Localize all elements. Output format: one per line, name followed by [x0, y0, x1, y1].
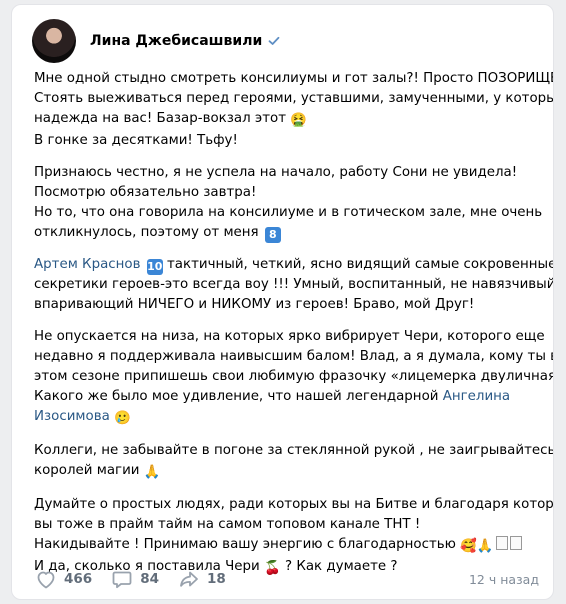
text-line: Не опускается на низа, на которых ярко в… — [34, 329, 545, 344]
text-line: Коллеги, не забывайте в погоне за стекля… — [34, 443, 554, 458]
text-line: Думайте о простых людях, ради которых вы… — [34, 497, 554, 512]
mention-link[interactable]: Изосимова — [34, 409, 110, 424]
pray-emoji-icon: 🙏 — [143, 465, 161, 480]
smiling-hearts-emoji-icon: 🥰 — [460, 539, 477, 554]
post-timestamp[interactable]: 12 ч назад — [469, 572, 539, 587]
text-line: секретики героев-это всегда воу !!! Умны… — [34, 277, 554, 292]
author-name[interactable]: Лина Джебисашвили — [90, 33, 262, 49]
pray-emoji-icon: 🙏 — [476, 539, 494, 554]
verified-icon — [268, 36, 280, 45]
like-count: 466 — [64, 571, 93, 587]
heart-icon — [37, 571, 55, 589]
text-line: вы тоже в прайм тайм на самом топовом ка… — [34, 517, 421, 532]
mention-link[interactable]: Артем Краснов — [34, 257, 140, 272]
smile-emoji-icon: 🥲 — [114, 411, 131, 426]
share-button[interactable]: 18 — [177, 567, 226, 591]
text-line: Но то, что она говорила на консилиуме и … — [34, 205, 543, 220]
text-line: Посмотрю обязательно завтра! — [34, 185, 257, 200]
broken-image-icon — [509, 536, 522, 550]
comment-count: 84 — [140, 571, 159, 587]
text-line: надежда на вас! Базар-вокзал этот 🤮 — [34, 109, 539, 131]
comment-icon — [112, 571, 132, 589]
text-line: Мне одной стыдно смотреть консилиумы и г… — [34, 71, 554, 86]
text-line: откликнулось, поэтому от меня 8 — [34, 223, 539, 243]
post-card: Лина Джебисашвили Мне одной стыдно смотр… — [11, 4, 554, 600]
paragraph-1: Мне одной стыдно смотреть консилиумы и г… — [34, 69, 554, 151]
author-name-row: Лина Джебисашвили — [90, 33, 280, 49]
post-footer: 466 84 18 12 ч назад — [34, 565, 539, 593]
text-line: Артем Краснов 10 тактичный, четкий, ясно… — [34, 257, 554, 275]
broken-image-icon — [495, 536, 508, 550]
text-line: Изосимова 🥲 — [34, 407, 539, 429]
text-line: недавно я поддерживала наивысшим балом! … — [34, 349, 554, 364]
comment-button[interactable]: 84 — [110, 567, 159, 591]
avatar[interactable] — [32, 19, 76, 63]
text-line: Признаюсь честно, я не успела на начало,… — [34, 165, 518, 180]
number-8-badge-icon: 8 — [264, 227, 281, 243]
text-line: Какого же было мое удивление, что нашей … — [34, 389, 511, 404]
text-line: впаривающий НИЧЕГО и НИКОМУ из героев! Б… — [34, 297, 475, 312]
mention-link[interactable]: Ангелина — [443, 389, 510, 404]
text-line: Накидывайте ! Принимаю вашу энергию с бл… — [34, 535, 539, 557]
paragraph-2: Признаюсь честно, я не успела на начало,… — [34, 163, 543, 243]
paragraph-5: Коллеги, не забывайте в погоне за стекля… — [34, 441, 554, 483]
share-arrow-icon — [180, 571, 198, 587]
share-count: 18 — [206, 571, 226, 587]
text-line: королей магии 🙏 — [34, 461, 539, 483]
text-line: Стоять выеживаться перед героями, уставш… — [34, 91, 554, 106]
paragraph-4: Не опускается на низа, на которых ярко в… — [34, 327, 554, 429]
number-10-badge-icon: 10 — [146, 259, 163, 275]
like-button[interactable]: 466 — [34, 567, 92, 591]
text-line: В гонке за десятками! Тьфу! — [34, 133, 238, 148]
paragraph-3: Артем Краснов 10 тактичный, четкий, ясно… — [34, 255, 554, 315]
nauseated-emoji-icon: 🤮 — [290, 113, 307, 128]
post-text: Мне одной стыдно смотреть консилиумы и г… — [34, 69, 554, 591]
post-header: Лина Джебисашвили — [32, 13, 280, 69]
text-line: этом сезоне припишешь свои любимую фразо… — [34, 369, 554, 384]
